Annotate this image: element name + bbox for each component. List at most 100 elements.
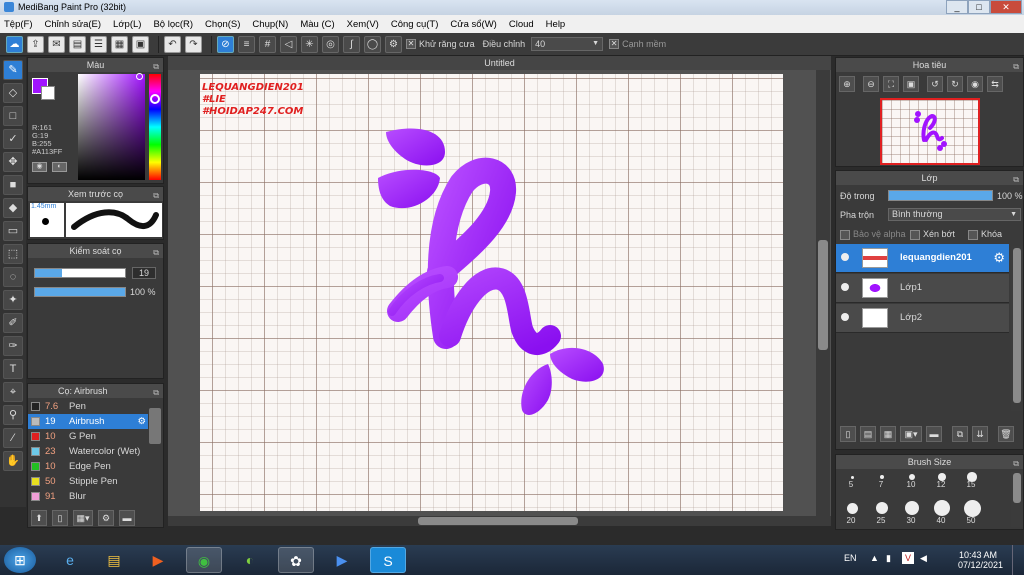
circle-snap-icon[interactable]: ◎	[322, 35, 339, 53]
layer-opacity-slider[interactable]	[888, 190, 993, 201]
picker-handle[interactable]	[136, 73, 143, 80]
internet-explorer-icon[interactable]: e	[52, 547, 88, 573]
network-icon[interactable]: ▮	[886, 553, 891, 564]
menu-select[interactable]: Chọn(S)	[205, 19, 240, 30]
protect-alpha-checkbox[interactable]	[840, 229, 850, 240]
delete-layer-icon[interactable]: 🗑	[998, 426, 1014, 442]
brush-settings-icon[interactable]: ⚙	[98, 510, 114, 526]
redo-icon[interactable]: ↷	[185, 35, 202, 53]
popout-icon[interactable]: ⧉	[1013, 173, 1019, 187]
reset-rotation-icon[interactable]: ◉	[967, 76, 983, 92]
layer-item[interactable]: Lớp1	[836, 274, 1009, 303]
horizontal-scrollbar-track[interactable]	[168, 516, 831, 526]
brush-list-item[interactable]: 10 Edge Pen	[28, 459, 148, 474]
menu-cloud[interactable]: Cloud	[509, 19, 534, 30]
size-value[interactable]: 19	[132, 267, 156, 279]
lock-checkbox[interactable]	[968, 229, 978, 240]
canvas-area[interactable]: Untitled LEQUANGDIEN201 #LIE #HOIDAP247.…	[168, 56, 831, 526]
chrome-icon[interactable]: ◉	[186, 547, 222, 573]
move-tool-icon[interactable]: ✥	[3, 152, 23, 172]
zoom-in-icon[interactable]: ⊕	[839, 76, 855, 92]
horizontal-scrollbar-thumb[interactable]	[418, 517, 578, 525]
add-brush-icon[interactable]: ⬆	[31, 510, 47, 526]
menu-snap[interactable]: Chụp(N)	[252, 19, 288, 30]
grid-icon[interactable]: ▦	[111, 35, 128, 53]
fill-rect-tool-icon[interactable]: ■	[3, 175, 23, 195]
duplicate-layer-icon[interactable]: ⧉	[952, 426, 968, 442]
brush-menu-icon[interactable]: ▦▾	[73, 510, 93, 526]
antivirus-icon[interactable]: V	[902, 552, 914, 564]
vertical-scrollbar-track[interactable]	[816, 70, 830, 520]
actual-size-icon[interactable]: ▣	[903, 76, 919, 92]
menu-edit[interactable]: Chỉnh sửa(E)	[45, 19, 102, 30]
undo-icon[interactable]: ↶	[164, 35, 181, 53]
comment-icon[interactable]: ✉	[48, 35, 65, 53]
gear-icon[interactable]: ⚙	[137, 414, 146, 429]
protect-alpha-option[interactable]: Bảo vệ alpha	[840, 229, 906, 240]
brush-size-dot[interactable]	[934, 500, 950, 516]
show-desktop-button[interactable]	[1012, 545, 1024, 575]
menu-file[interactable]: Tệp(F)	[4, 19, 33, 30]
flip-icon[interactable]: ⇆	[987, 76, 1003, 92]
hue-handle[interactable]	[150, 94, 160, 104]
close-button[interactable]: ✕	[990, 0, 1022, 14]
visibility-icon[interactable]	[841, 313, 849, 321]
size-slider[interactable]	[34, 268, 126, 278]
layer-folder-icon[interactable]: ▬	[926, 426, 942, 442]
minimize-button[interactable]: _	[946, 0, 968, 14]
text-tool-icon[interactable]: T	[3, 359, 23, 379]
operation-tool-icon[interactable]: ⌖	[3, 382, 23, 402]
new-8bit-layer-icon[interactable]: ▦	[880, 426, 896, 442]
snap-off-icon[interactable]: ⊘	[217, 35, 234, 53]
list-icon[interactable]: ☰	[90, 35, 107, 53]
new-layer-icon[interactable]: ▯	[840, 426, 856, 442]
clipping-option[interactable]: Xén bớt	[910, 229, 955, 240]
zoom-icon[interactable]: ▶	[324, 547, 360, 573]
language-indicator[interactable]: EN	[844, 553, 857, 563]
brush-list-item[interactable]: 7.6 Pen	[28, 399, 148, 414]
brush-size-dot[interactable]	[963, 499, 981, 517]
dot-tool-icon[interactable]: □	[3, 106, 23, 126]
panel-icon[interactable]: ▣	[132, 35, 149, 53]
new-halftone-layer-icon[interactable]: ▤	[860, 426, 876, 442]
brush-folder-icon[interactable]: ▬	[119, 510, 135, 526]
brush-list-item[interactable]: 19 Airbrush ⚙	[28, 414, 148, 429]
brush-list-scrollbar[interactable]	[149, 408, 161, 444]
brush-list-item[interactable]: 50 Stipple Pen	[28, 474, 148, 489]
bucket-tool-icon[interactable]: ◆	[3, 198, 23, 218]
file-explorer-icon[interactable]: ▤	[96, 547, 132, 573]
page-icon[interactable]: ▤	[69, 35, 86, 53]
clock[interactable]: 10:43 AM 07/12/2021	[958, 550, 1003, 570]
select-tool-icon[interactable]: ⬚	[3, 244, 23, 264]
zoom-out-icon[interactable]: ⊖	[863, 76, 879, 92]
drawing-canvas[interactable]: LEQUANGDIEN201 #LIE #HOIDAP247.COM	[200, 74, 783, 511]
coc-coc-icon[interactable]: ◐	[232, 547, 268, 573]
divide-tool-icon[interactable]: ⁄	[3, 428, 23, 448]
palette-icon[interactable]: ◐	[52, 162, 67, 172]
new-brush-icon[interactable]: ▯	[52, 510, 68, 526]
popout-icon[interactable]: ⧉	[153, 246, 159, 260]
brush-size-dot[interactable]	[846, 502, 858, 514]
layer-settings-icon[interactable]: ⚙	[993, 250, 1005, 266]
adjust-select[interactable]: 40 ▼	[531, 37, 604, 51]
saturation-picker[interactable]	[78, 73, 145, 180]
volume-icon[interactable]: ◀	[920, 553, 927, 564]
hand-tool-icon[interactable]: ✋	[3, 451, 23, 471]
antialias-checkbox[interactable]: ✕	[406, 39, 416, 49]
maximize-button[interactable]: □	[968, 0, 990, 14]
share-icon[interactable]: ⇪	[27, 35, 44, 53]
menu-help[interactable]: Help	[546, 19, 566, 30]
start-button-icon[interactable]: ⊞	[4, 547, 36, 573]
opacity-slider[interactable]	[34, 287, 126, 297]
popout-icon[interactable]: ⧉	[153, 386, 159, 400]
menu-color[interactable]: Màu (C)	[300, 19, 334, 30]
eyedrop-icon[interactable]: ◉	[32, 162, 47, 172]
vertical-scrollbar-thumb[interactable]	[818, 240, 828, 350]
brush-tool-icon[interactable]: ✎	[3, 60, 23, 80]
layer-add-menu-icon[interactable]: ▣▾	[900, 426, 922, 442]
rotate-right-icon[interactable]: ↻	[947, 76, 963, 92]
popout-icon[interactable]: ⧉	[153, 189, 159, 203]
select-eraser-icon[interactable]: ✑	[3, 336, 23, 356]
merge-layer-icon[interactable]: ⇊	[972, 426, 988, 442]
pen-tool-icon[interactable]: ✓	[3, 129, 23, 149]
